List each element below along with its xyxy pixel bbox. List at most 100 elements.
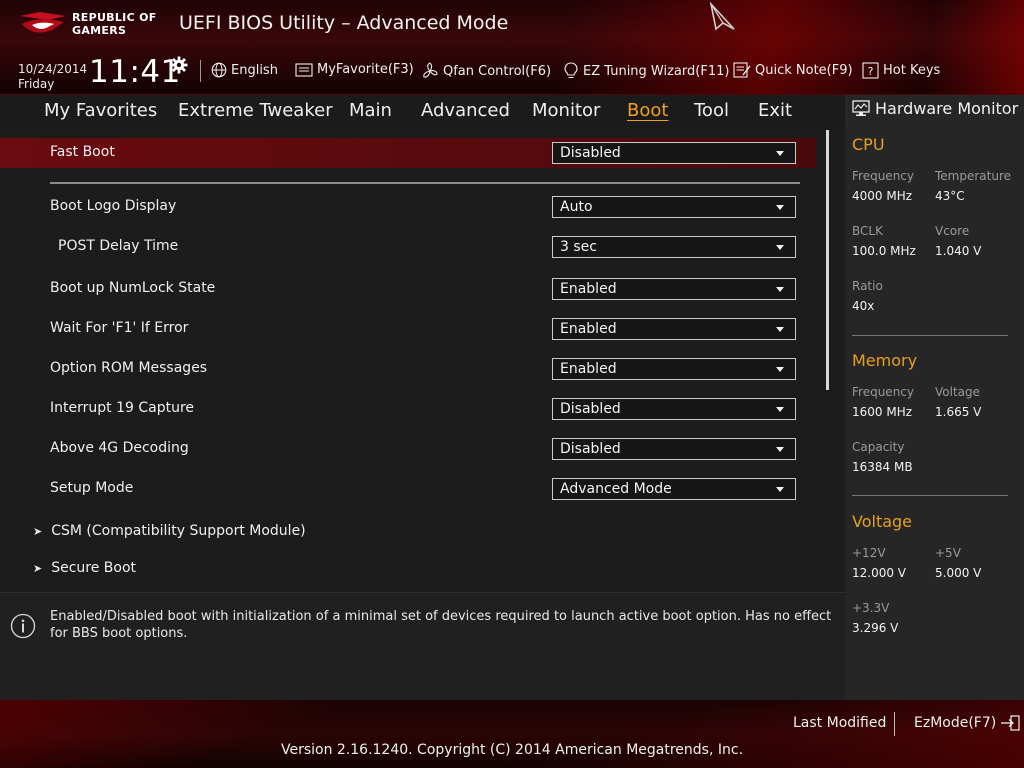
option-rom-messages-dropdown[interactable]: Enabled [552, 358, 796, 380]
v12-label: +12V [852, 546, 886, 560]
dropdown-value: Enabled [560, 321, 617, 337]
memory-capacity-label: Capacity [852, 440, 905, 454]
tab-advanced[interactable]: Advanced [421, 100, 510, 121]
tab-extreme-tweaker[interactable]: Extreme Tweaker [178, 100, 333, 121]
post-delay-time-dropdown[interactable]: 3 sec [552, 236, 796, 258]
dropdown-value: Auto [560, 199, 593, 215]
v33-label: +3.3V [852, 601, 890, 615]
hot-keys-label: Hot Keys [883, 63, 941, 78]
scrollbar[interactable] [826, 130, 829, 390]
option-label-option-rom-messages[interactable]: Option ROM Messages [50, 360, 207, 376]
option-label-wait-f1[interactable]: Wait For 'F1' If Error [50, 320, 188, 336]
memory-voltage-label: Voltage [935, 385, 981, 399]
cpu-temperature-label: Temperature [935, 169, 1012, 183]
favorite-icon [295, 62, 313, 77]
memory-frequency-value: 1600 MHz [852, 405, 913, 419]
tab-exit[interactable]: Exit [758, 100, 792, 121]
section-divider [50, 182, 800, 184]
option-label-fast-boot[interactable]: Fast Boot [50, 144, 115, 160]
dropdown-value: Enabled [560, 281, 617, 297]
chevron-down-icon [776, 487, 784, 492]
chevron-down-icon [776, 367, 784, 372]
tab-tool[interactable]: Tool [694, 100, 729, 121]
bulb-icon [564, 62, 578, 78]
cpu-frequency-label: Frequency [852, 169, 914, 183]
dropdown-value: 3 sec [560, 239, 597, 255]
date-display: 10/24/2014 Friday [18, 62, 87, 92]
boot-logo-display-dropdown[interactable]: Auto [552, 196, 796, 218]
v33-value: 3.296 V [852, 621, 899, 635]
v12-value: 12.000 V [852, 566, 907, 580]
submenu-secure-boot[interactable]: ➤ Secure Boot [33, 560, 136, 576]
cursor-icon [709, 2, 735, 31]
language-label: English [231, 62, 278, 78]
v5-label: +5V [935, 546, 961, 560]
fast-boot-dropdown[interactable]: Disabled [552, 142, 796, 164]
last-modified-button[interactable]: Last Modified [793, 715, 886, 731]
setup-mode-dropdown[interactable]: Advanced Mode [552, 478, 796, 500]
language-button[interactable]: English [211, 62, 278, 78]
cpu-bclk-value: 100.0 MHz [852, 244, 916, 258]
rog-eye-icon [20, 12, 66, 33]
qfan-label: Qfan Control(F6) [443, 63, 552, 79]
memory-frequency-label: Frequency [852, 385, 914, 399]
ez-mode-button[interactable]: EzMode(F7) [914, 715, 1020, 731]
submenu-csm[interactable]: ➤ CSM (Compatibility Support Module) [33, 523, 306, 539]
submenu-label: Secure Boot [51, 560, 137, 576]
option-label-post-delay-time[interactable]: POST Delay Time [58, 238, 178, 254]
tab-bar: My Favorites Extreme Tweaker Main Advanc… [0, 95, 845, 127]
cpu-ratio-value: 40x [852, 299, 875, 313]
ez-mode-label: EzMode(F7) [914, 715, 997, 731]
tab-monitor[interactable]: Monitor [532, 100, 600, 121]
fan-icon [423, 62, 438, 78]
app-title: UEFI BIOS Utility – Advanced Mode [179, 12, 509, 34]
tab-my-favorites[interactable]: My Favorites [44, 100, 157, 121]
footer-separator [894, 712, 895, 736]
chevron-down-icon [776, 327, 784, 332]
wait-f1-dropdown[interactable]: Enabled [552, 318, 796, 340]
chevron-down-icon [776, 407, 784, 412]
cpu-ratio-label: Ratio [852, 279, 883, 293]
v5-value: 5.000 V [935, 566, 982, 580]
myfavorite-label: MyFavorite(F3) [317, 62, 414, 77]
hardware-monitor-title: Hardware Monitor [852, 99, 1018, 118]
numlock-state-dropdown[interactable]: Enabled [552, 278, 796, 300]
chevron-down-icon [776, 287, 784, 292]
option-label-above-4g[interactable]: Above 4G Decoding [50, 440, 189, 456]
option-label-numlock-state[interactable]: Boot up NumLock State [50, 280, 215, 296]
dropdown-value: Disabled [560, 145, 621, 161]
cpu-section-title: CPU [852, 135, 885, 154]
qfan-button[interactable]: Qfan Control(F6) [421, 62, 551, 80]
voltage-section-title: Voltage [852, 512, 913, 531]
cpu-frequency-value: 4000 MHz [852, 189, 913, 203]
rog-logo: REPUBLIC OF GAMERS [18, 8, 163, 40]
monitor-icon [852, 100, 870, 116]
ez-tuning-button[interactable]: EZ Tuning Wizard(F11) [563, 62, 729, 80]
quick-note-label: Quick Note(F9) [755, 62, 853, 78]
copyright-text: Version 2.16.1240. Copyright (C) 2014 Am… [280, 742, 744, 758]
logo-line-2: GAMERS [72, 24, 127, 37]
chevron-down-icon [776, 151, 784, 156]
hotkeys-icon: ? [862, 62, 879, 79]
svg-text:?: ? [868, 65, 874, 78]
interrupt-19-dropdown[interactable]: Disabled [552, 398, 796, 420]
help-text: Enabled/Disabled boot with initializatio… [50, 609, 832, 641]
globe-icon [211, 62, 227, 78]
option-label-setup-mode[interactable]: Setup Mode [50, 480, 133, 496]
hw-separator [852, 335, 1008, 336]
cpu-vcore-value: 1.040 V [935, 244, 982, 258]
submenu-label: CSM (Compatibility Support Module) [51, 523, 306, 539]
quick-note-button[interactable]: Quick Note(F9) [733, 62, 853, 78]
dropdown-value: Enabled [560, 361, 617, 377]
above-4g-dropdown[interactable]: Disabled [552, 438, 796, 460]
option-label-boot-logo-display[interactable]: Boot Logo Display [50, 198, 176, 214]
gear-icon[interactable] [170, 56, 188, 74]
hot-keys-button[interactable]: ? Hot Keys [862, 62, 940, 79]
myfavorite-button[interactable]: MyFavorite(F3) [295, 62, 414, 77]
tab-boot[interactable]: Boot [627, 100, 668, 121]
cpu-temperature-value: 43°C [935, 189, 965, 203]
tab-main[interactable]: Main [349, 100, 392, 121]
ez-tuning-label: EZ Tuning Wizard(F11) [583, 63, 730, 79]
clock: 11:41 [89, 54, 181, 90]
option-label-interrupt-19[interactable]: Interrupt 19 Capture [50, 400, 194, 416]
